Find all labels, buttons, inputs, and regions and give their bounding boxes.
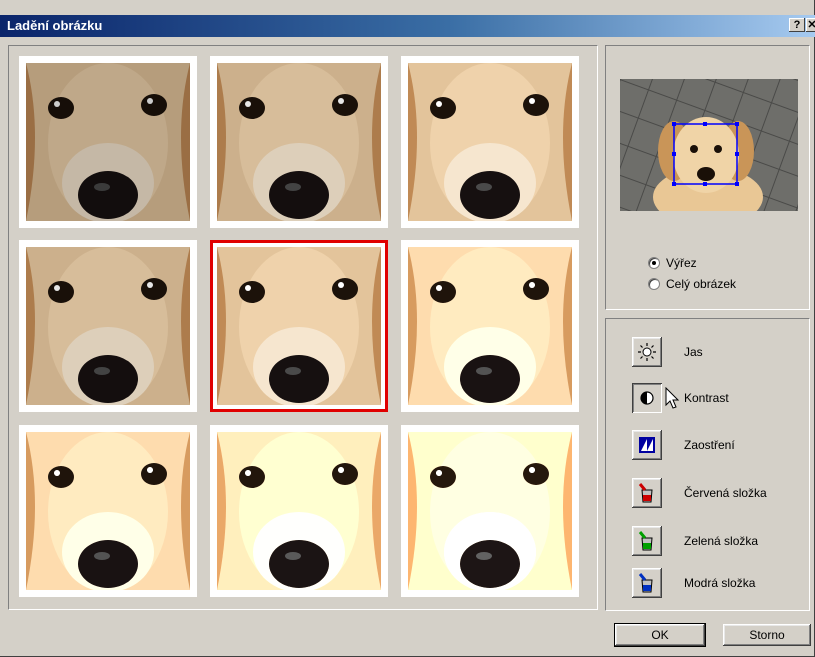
variant-thumbnail[interactable] — [401, 240, 579, 412]
dog-face-image — [408, 432, 572, 590]
variant-thumbnail[interactable] — [19, 425, 197, 597]
option-cutout[interactable]: Výřez — [648, 255, 697, 271]
dog-face-image — [217, 432, 381, 590]
cutout-label: Výřez — [666, 256, 697, 270]
dog-face-image — [26, 63, 190, 221]
contrast-button[interactable] — [632, 383, 662, 413]
whole-image-radio[interactable] — [648, 278, 660, 290]
brightness-button[interactable] — [632, 337, 662, 367]
whole-image-label: Celý obrázek — [666, 277, 737, 291]
dialog-window: Ladění obrázku ? ✕ Výřez Celý obrázek Ja… — [0, 0, 815, 657]
window-title: Ladění obrázku — [7, 18, 103, 33]
variant-thumbnail[interactable] — [401, 425, 579, 597]
variant-thumbnail[interactable] — [19, 240, 197, 412]
preview-image[interactable] — [620, 79, 798, 227]
sharpen-button[interactable] — [632, 430, 662, 460]
sharpen-icon — [639, 437, 655, 453]
tool-red-channel[interactable]: Červená složka — [632, 477, 767, 509]
preview-panel: Výřez Celý obrázek — [605, 45, 810, 310]
contrast-icon — [640, 391, 654, 405]
ok-button[interactable]: OK — [614, 623, 706, 647]
preview-photo — [620, 79, 798, 227]
tool-green-channel[interactable]: Zelená složka — [632, 525, 758, 557]
cancel-button[interactable]: Storno — [723, 624, 811, 646]
variant-thumbnail[interactable] — [19, 56, 197, 228]
sun-icon — [638, 343, 656, 361]
variant-thumbnail[interactable] — [210, 240, 388, 412]
red-channel-button[interactable] — [632, 478, 662, 508]
blue-channel-label: Modrá složka — [684, 576, 756, 590]
dog-face-image — [408, 63, 572, 221]
red-bucket-icon — [638, 483, 653, 503]
variant-thumbnail[interactable] — [210, 56, 388, 228]
blue-channel-button[interactable] — [632, 568, 662, 598]
tool-blue-channel[interactable]: Modrá složka — [632, 567, 755, 599]
brightness-label: Jas — [684, 345, 703, 359]
option-whole-image[interactable]: Celý obrázek — [648, 276, 736, 292]
blue-bucket-icon — [638, 573, 653, 593]
title-bar[interactable]: Ladění obrázku ? ✕ — [0, 15, 815, 37]
tool-brightness[interactable]: Jas — [632, 336, 703, 368]
sharpen-label: Zaostření — [684, 438, 735, 452]
tool-sharpen[interactable]: Zaostření — [632, 429, 735, 461]
red-channel-label: Červená složka — [684, 486, 767, 500]
variants-panel — [8, 45, 598, 610]
tools-panel: Jas Kontrast Zaostření Červená složka Ze… — [605, 318, 810, 611]
variant-thumbnail[interactable] — [401, 56, 579, 228]
dog-face-image — [26, 432, 190, 590]
dog-face-image — [217, 63, 381, 221]
close-button[interactable]: ✕ — [806, 18, 815, 32]
help-button[interactable]: ? — [789, 18, 805, 32]
cutout-radio[interactable] — [648, 257, 660, 269]
variant-thumbnail[interactable] — [210, 425, 388, 597]
green-channel-button[interactable] — [632, 526, 662, 556]
dog-face-image — [26, 247, 190, 405]
contrast-label: Kontrast — [684, 391, 729, 405]
mouse-pointer-icon — [665, 387, 680, 409]
dog-face-image — [408, 247, 572, 405]
dog-face-image — [217, 247, 381, 405]
green-channel-label: Zelená složka — [684, 534, 759, 548]
green-bucket-icon — [638, 531, 653, 551]
